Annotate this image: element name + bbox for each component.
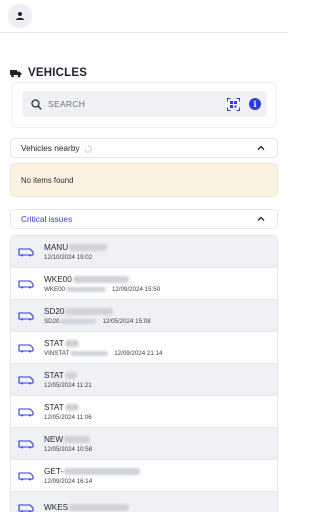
critical-vehicle-list: MANU 12/10/2024 19:02 WKE00 WKE00 12/09/2… [10, 235, 278, 512]
redacted-text [64, 403, 79, 411]
vehicle-row[interactable]: SD20 SD20 12/05/2024 15:08 [11, 300, 277, 332]
vehicle-icon [18, 407, 34, 416]
person-icon [16, 12, 24, 20]
vehicle-sub: VINSTAT [44, 349, 70, 357]
truck-icon [10, 69, 22, 77]
vehicle-date: 12/10/2024 19:02 [44, 253, 93, 261]
vehicle-name: SD20 [44, 306, 65, 316]
vehicle-name: MANU [44, 242, 69, 252]
redacted-text [64, 467, 141, 475]
top-bar [0, 0, 288, 33]
vehicle-row[interactable]: MANU 12/10/2024 19:02 [11, 236, 277, 268]
redacted-text [64, 339, 79, 347]
vehicle-icon [18, 471, 34, 480]
info-icon[interactable]: i [249, 98, 261, 110]
redacted-text [64, 435, 91, 443]
empty-text: No items found [21, 175, 74, 185]
redacted-text [69, 503, 130, 511]
vehicle-date: 12/09/2024 15:50 [111, 285, 161, 293]
page-title: VEHICLES [28, 67, 88, 79]
empty-notice: No items found [10, 163, 278, 197]
vehicle-icon [18, 247, 34, 256]
vehicle-name: STAT [44, 370, 64, 380]
vehicle-name: STAT [44, 402, 64, 412]
vehicle-row[interactable]: NEW 12/05/2024 10:58 [11, 428, 277, 460]
chevron-up-icon[interactable] [255, 213, 267, 225]
chevron-up-icon[interactable] [255, 142, 267, 154]
vehicle-icon [18, 439, 34, 448]
vehicle-row[interactable]: STAT 12/05/2024 11:06 [11, 396, 277, 428]
vehicle-name: GET- [44, 466, 64, 476]
vehicle-icon [18, 375, 34, 384]
search-icon [31, 98, 42, 110]
vehicle-row[interactable]: WKES [11, 492, 277, 512]
redacted-text [72, 275, 129, 283]
critical-issues-header[interactable]: Critical issues [10, 209, 278, 229]
vehicle-icon [18, 279, 34, 288]
search-input[interactable]: SEARCH i [22, 91, 267, 117]
redacted-text [70, 350, 109, 356]
vehicle-name: STAT [44, 338, 64, 348]
vehicle-icon [18, 311, 34, 320]
vehicle-icon [18, 343, 34, 352]
vehicle-date: 12/05/2024 10:58 [44, 445, 93, 453]
user-avatar-button[interactable] [8, 4, 32, 28]
vehicle-row[interactable]: STAT 12/05/2024 11:21 [11, 364, 277, 396]
critical-issues-label: Critical issues [21, 214, 73, 224]
vehicle-date: 12/05/2024 11:06 [44, 413, 92, 421]
vehicles-nearby-label: Vehicles nearby [21, 143, 255, 153]
vehicle-name: WKE00 [44, 274, 72, 284]
vehicle-icon [18, 504, 34, 512]
vehicle-date: 12/09/2024 16:14 [44, 477, 93, 485]
loading-spinner-icon [84, 145, 92, 153]
search-placeholder: SEARCH [48, 99, 86, 109]
vehicle-date: 12/09/2024 21:14 [114, 349, 163, 357]
vehicle-name: NEW [44, 434, 64, 444]
redacted-text [65, 286, 106, 292]
vehicle-date: 12/05/2024 11:21 [44, 381, 92, 389]
vehicle-row[interactable]: GET- 12/09/2024 16:14 [11, 460, 277, 492]
vehicle-date: 12/05/2024 15:08 [102, 317, 151, 325]
vehicle-row[interactable]: WKE00 WKE00 12/09/2024 15:50 [11, 268, 277, 300]
vehicle-row[interactable]: STAT VINSTAT 12/09/2024 21:14 [11, 332, 277, 364]
vehicle-sub: WKE00 [44, 285, 65, 293]
search-card: SEARCH i [11, 82, 277, 128]
redacted-text [69, 243, 108, 251]
vehicle-sub: SD20 [44, 317, 60, 325]
redacted-text [64, 371, 77, 379]
redacted-text [65, 307, 114, 315]
vehicle-name: WKES [44, 502, 69, 512]
redacted-text [60, 318, 97, 324]
vehicles-nearby-header[interactable]: Vehicles nearby [10, 138, 278, 158]
qr-scan-icon[interactable] [227, 97, 240, 111]
